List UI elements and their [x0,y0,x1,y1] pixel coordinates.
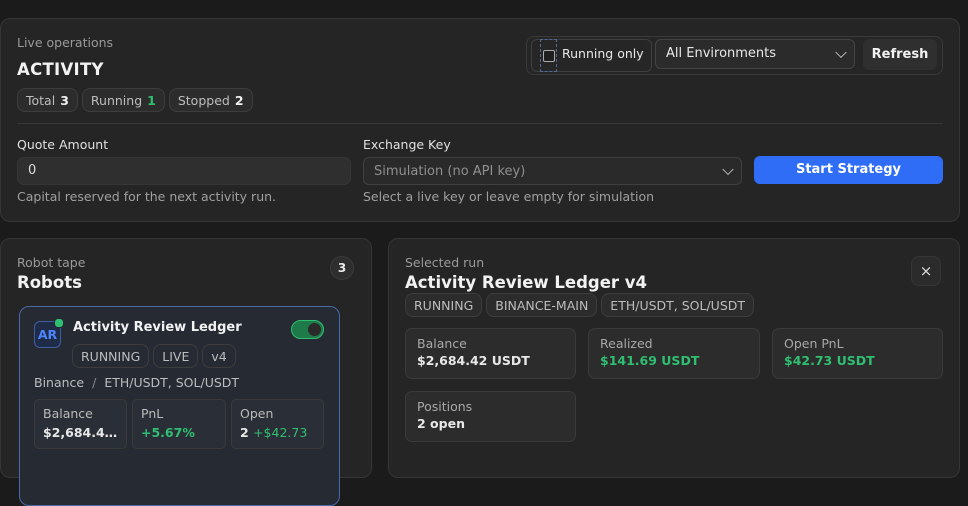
selected-title: Activity Review Ledger v4 [405,273,648,292]
start-strategy-button[interactable]: Start Strategy [754,156,943,184]
robot-open-count: 2 [240,425,249,440]
robots-eyebrow: Robot tape [17,255,86,270]
activity-panel: Live operations ACTIVITY Total 3 Running 1 S… [0,18,960,222]
robot-pnl-label: PnL [141,406,164,421]
positions-stat-value: 2 open [417,416,465,431]
robot-exchange: Binance [34,375,85,390]
tag-exchange-key: BINANCE-MAIN [486,293,598,317]
robot-toggle[interactable] [291,320,324,339]
positions-stat: Positions 2 open [405,391,576,442]
quote-amount-value: 0 [28,163,37,178]
open-pnl-stat: Open PnL $42.73 USDT [772,328,943,379]
robot-toggle-knob [308,323,321,336]
robots-panel: Robot tape Robots 3 AR Activity Review L… [0,238,372,506]
running-only-toggle[interactable]: Running only [531,39,652,72]
positions-stat-label: Positions [417,399,473,414]
running-only-label: Running only [562,46,644,61]
chevron-down-icon [722,163,734,176]
robot-market: Binance / ETH/USDT, SOL/USDT [34,375,239,390]
count-stopped-badge: Stopped 2 [168,88,253,112]
tag-pairs: ETH/USDT, SOL/USDT [601,293,755,317]
robot-balance-value: $2,684.4… [43,425,118,440]
robot-market-separator: / [92,375,97,390]
robot-open-stat: Open 2 +$42.73 [231,399,324,449]
robot-name: Activity Review Ledger [73,320,242,335]
activity-counts: Total 3 Running 1 Stopped 2 [17,88,257,112]
tag-status: RUNNING [72,344,150,368]
running-only-focus-ring [540,39,557,72]
exchange-key-help: Select a live key or leave empty for sim… [363,189,655,204]
realized-stat: Realized $141.69 USDT [588,328,760,379]
avatar-initials: AR [37,327,58,342]
quote-amount-help: Capital reserved for the next activity r… [17,189,277,204]
selected-eyebrow: Selected run [405,255,485,270]
count-total-badge: Total 3 [17,88,78,112]
robots-title: Robots [17,273,82,292]
page-title: ACTIVITY [17,60,104,79]
quote-amount-label: Quote Amount [17,137,109,152]
refresh-button-label: Refresh [871,47,929,62]
count-running-badge: Running 1 [81,88,165,112]
robot-open-label: Open [240,406,274,421]
selected-tags: RUNNING BINANCE-MAIN ETH/USDT, SOL/USDT [405,293,758,317]
robot-balance-stat: Balance $2,684.4… [34,399,127,449]
environment-select[interactable]: All Environments [655,39,855,69]
balance-stat: Balance $2,684.42 USDT [405,328,576,379]
open-pnl-stat-label: Open PnL [784,336,844,351]
tag-mode: LIVE [153,344,199,368]
chevron-down-icon [835,46,847,59]
selected-run-panel: Selected run Activity Review Ledger v4 ×… [388,238,960,478]
exchange-key-label: Exchange Key [363,137,451,152]
online-status-dot [54,318,64,328]
robots-count-badge: 3 [330,256,354,280]
balance-stat-label: Balance [417,336,467,351]
start-strategy-label: Start Strategy [795,162,902,177]
robot-pairs: ETH/USDT, SOL/USDT [104,375,240,390]
robot-pnl-value: +5.67% [141,425,195,440]
open-pnl-stat-value: $42.73 USDT [784,353,875,368]
avatar: AR [34,318,64,348]
robot-tags: RUNNING LIVE v4 [72,344,240,368]
filter-toolbar: Running only All Environments Refresh [526,36,943,75]
refresh-button[interactable]: Refresh [863,39,937,70]
close-icon: × [919,262,933,280]
environment-select-value: All Environments [666,46,777,61]
balance-stat-value: $2,684.42 USDT [417,353,530,368]
tag-status: RUNNING [405,293,483,317]
robot-card[interactable]: AR Activity Review Ledger RUNNING LIVE v4 … [19,306,340,506]
realized-stat-value: $141.69 USDT [600,353,700,368]
robot-open-values: 2 +$42.73 [240,425,323,440]
robot-open-pnl: +$42.73 [253,425,308,440]
realized-stat-label: Realized [600,336,653,351]
robot-balance-label: Balance [43,406,93,421]
quote-amount-input[interactable]: 0 [17,157,351,185]
close-button[interactable]: × [911,256,941,286]
robot-pnl-stat: PnL +5.67% [132,399,226,449]
divider [17,123,943,124]
exchange-key-placeholder: Simulation (no API key) [374,164,526,179]
activity-eyebrow: Live operations [17,35,114,50]
tag-version: v4 [202,344,236,368]
exchange-key-select[interactable]: Simulation (no API key) [363,157,742,185]
